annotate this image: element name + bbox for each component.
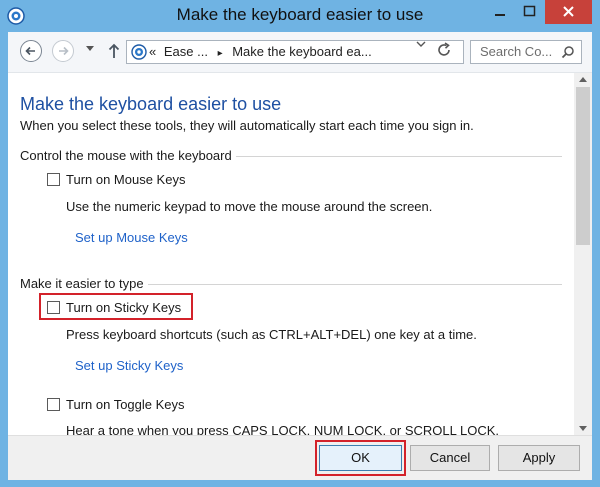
breadcrumb-overflow[interactable]: « [149,44,156,59]
close-button[interactable] [545,0,592,24]
scroll-up-arrow[interactable] [579,77,587,82]
sticky-keys-option[interactable]: Turn on Sticky Keys [47,300,181,315]
address-bar[interactable]: « Ease ... ▸ Make the keyboard ea... [126,40,464,64]
ok-button[interactable]: OK [319,445,402,471]
minimize-icon [495,14,505,16]
breadcrumb-separator[interactable]: ▸ [218,48,223,59]
mouse-keys-label[interactable]: Turn on Mouse Keys [66,172,185,187]
navigation-bar: « Ease ... ▸ Make the keyboard ea... Sea… [8,32,592,73]
toggle-keys-label[interactable]: Turn on Toggle Keys [66,397,185,412]
breadcrumb-ease-of-access[interactable]: Ease ... [164,44,208,59]
breadcrumb: « Ease ... ▸ Make the keyboard ea... [149,44,372,59]
breadcrumb-current[interactable]: Make the keyboard ea... [232,44,371,59]
sticky-keys-description: Press keyboard shortcuts (such as CTRL+A… [66,327,477,342]
refresh-icon[interactable] [434,40,454,60]
dialog-window: Make the keyboard easier to use « Ease .… [0,0,600,487]
back-arrow-icon [25,46,35,56]
toggle-keys-description: Hear a tone when you press CAPS LOCK, NU… [66,423,500,435]
forward-arrow-icon [59,46,69,56]
toggle-keys-option[interactable]: Turn on Toggle Keys [47,397,185,412]
title-bar[interactable]: Make the keyboard easier to use [0,0,600,32]
scroll-down-arrow[interactable] [579,426,587,431]
cancel-button[interactable]: Cancel [410,445,490,471]
search-placeholder: Search Co... [480,44,553,59]
recent-locations-dropdown[interactable] [86,46,94,51]
up-arrow-icon[interactable] [106,41,122,61]
page-title: Make the keyboard easier to use [20,94,282,114]
scroll-thumb[interactable] [576,87,590,245]
setup-sticky-keys-link[interactable]: Set up Sticky Keys [75,358,183,373]
setup-mouse-keys-link[interactable]: Set up Mouse Keys [75,230,188,245]
mouse-keys-option[interactable]: Turn on Mouse Keys [47,172,185,187]
section-header-mouse: Control the mouse with the keyboard [20,148,236,163]
minimize-button[interactable] [484,0,516,24]
maximize-button[interactable] [514,0,546,24]
sticky-keys-checkbox[interactable] [47,301,60,314]
mouse-keys-description: Use the numeric keypad to move the mouse… [66,199,433,214]
dialog-footer: OK Cancel Apply [8,435,592,480]
control-panel-icon [131,44,147,60]
search-icon [561,46,574,59]
chevron-down-icon[interactable] [416,40,426,48]
apply-button[interactable]: Apply [498,445,580,471]
forward-button[interactable] [52,40,74,62]
vertical-scrollbar[interactable] [574,73,592,435]
page-intro: When you select these tools, they will a… [20,118,474,133]
back-button[interactable] [20,40,42,62]
toggle-keys-checkbox[interactable] [47,398,60,411]
search-box[interactable]: Search Co... [470,40,582,64]
client-area: « Ease ... ▸ Make the keyboard ea... Sea… [8,32,592,480]
sticky-keys-label[interactable]: Turn on Sticky Keys [66,300,181,315]
content-pane: Make the keyboard easier to use When you… [8,73,574,435]
section-header-typing: Make it easier to type [20,276,148,291]
mouse-keys-checkbox[interactable] [47,173,60,186]
maximize-icon [523,5,536,17]
close-icon [563,6,574,17]
